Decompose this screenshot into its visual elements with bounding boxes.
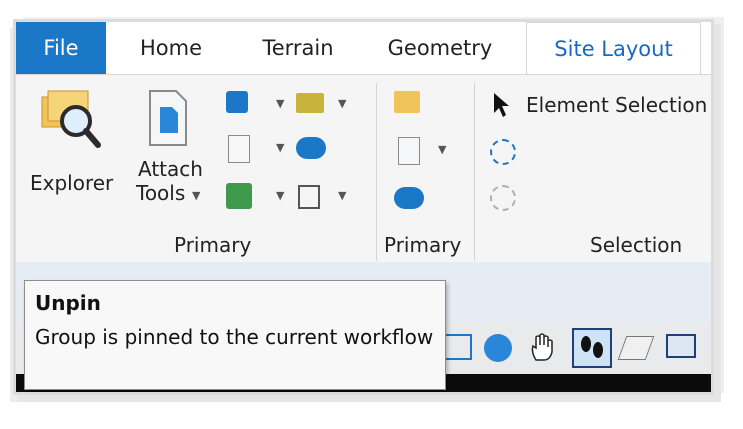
chevron-down-icon[interactable]: ▼ — [338, 189, 346, 202]
hand-pan-icon[interactable] — [528, 332, 556, 362]
primary-group-2: ▼ — [388, 91, 468, 221]
explorer-label: Explorer — [30, 171, 114, 195]
chevron-down-icon: ▼ — [192, 189, 201, 202]
screenshot-frame: File Home Terrain Geometry Site Layout E… — [16, 22, 711, 392]
raster-button[interactable] — [226, 183, 252, 209]
tab-file[interactable]: File — [16, 22, 106, 74]
layers-button[interactable] — [296, 93, 324, 113]
group-label-primary-2: Primary — [384, 233, 462, 257]
small-tools-grid: ▼ ▼ ▼ ▼ ▼ — [226, 91, 366, 211]
footprints-icon — [581, 336, 603, 358]
document-icon — [149, 90, 187, 146]
chevron-down-icon[interactable]: ▼ — [276, 189, 284, 202]
fit-view-button[interactable] — [442, 334, 472, 360]
info-button[interactable] — [394, 187, 424, 209]
group-separator — [376, 83, 377, 261]
folder-search-small-button[interactable] — [394, 91, 420, 113]
folder-magnifier-icon — [41, 90, 101, 148]
attach-tools-button[interactable]: Attach Tools ▼ — [128, 83, 218, 228]
attach-tools-label-line1: Attach — [138, 157, 203, 181]
tab-geometry[interactable]: Geometry — [370, 22, 510, 74]
group-label-selection: Selection — [590, 233, 683, 257]
ribbon-tab-bar: File Home Terrain Geometry Site Layout — [16, 22, 711, 75]
chevron-down-icon[interactable]: ▼ — [438, 143, 446, 156]
info-button[interactable] — [296, 137, 326, 159]
group-label-primary-1: Primary — [174, 233, 252, 257]
reference-button[interactable] — [226, 91, 248, 113]
chevron-down-icon[interactable]: ▼ — [338, 97, 346, 110]
document-small-button[interactable] — [228, 135, 250, 163]
eraser-button[interactable] — [617, 336, 655, 360]
fence-circle-disabled-button[interactable] — [490, 185, 516, 211]
grid-button[interactable] — [298, 185, 320, 209]
chevron-down-icon[interactable]: ▼ — [276, 141, 284, 154]
walk-view-button[interactable] — [572, 328, 612, 368]
tab-site-layout[interactable]: Site Layout — [526, 22, 701, 75]
explorer-button[interactable]: Explorer — [26, 83, 113, 213]
tab-terrain[interactable]: Terrain — [238, 22, 358, 74]
fence-circle-button[interactable] — [490, 139, 516, 165]
element-selection-button[interactable]: Element Selection — [492, 91, 711, 121]
tooltip-body: Group is pinned to the current workflow — [35, 325, 434, 349]
attach-tools-label-line2: Tools — [136, 181, 186, 205]
view-attributes-button[interactable] — [666, 334, 696, 358]
tooltip: Unpin Group is pinned to the current wor… — [24, 280, 446, 390]
arrow-cursor-icon — [494, 93, 509, 117]
element-selection-label: Element Selection — [526, 93, 708, 117]
tab-home[interactable]: Home — [116, 22, 226, 74]
group-separator — [474, 83, 475, 261]
ribbon-panel: Explorer Attach Tools ▼ ▼ ▼ ▼ ▼ ▼ Primar… — [16, 74, 711, 319]
tooltip-title: Unpin — [35, 291, 101, 315]
rotate-view-button[interactable] — [484, 334, 512, 362]
chevron-down-icon[interactable]: ▼ — [276, 97, 284, 110]
document-small-button[interactable] — [398, 137, 420, 165]
